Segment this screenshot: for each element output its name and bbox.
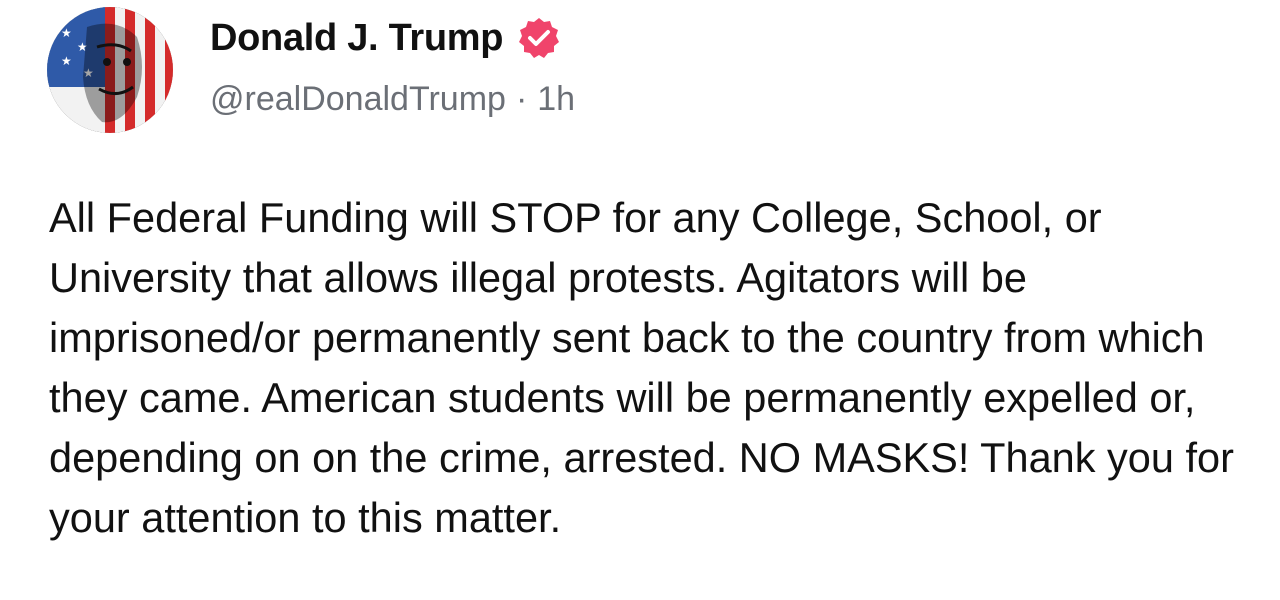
svg-text:★: ★ bbox=[61, 26, 72, 40]
avatar[interactable]: ★ ★ ★ ★ bbox=[47, 7, 173, 133]
svg-text:★: ★ bbox=[61, 54, 72, 68]
verified-badge-icon bbox=[517, 16, 561, 60]
post-card: ★ ★ ★ ★ Donald J. Trump @realDonaldTrump bbox=[0, 0, 1280, 600]
meta-row: @realDonaldTrump · 1h bbox=[210, 80, 575, 119]
timestamp[interactable]: 1h bbox=[537, 80, 575, 119]
display-name[interactable]: Donald J. Trump bbox=[210, 17, 504, 60]
post-body-text: All Federal Funding will STOP for any Co… bbox=[49, 194, 1234, 541]
name-row: Donald J. Trump bbox=[210, 8, 575, 68]
handle-link[interactable]: @realDonaldTrump bbox=[210, 80, 506, 119]
meta-separator: · bbox=[515, 80, 528, 118]
flag-portrait-icon: ★ ★ ★ ★ bbox=[47, 7, 173, 133]
author-block: Donald J. Trump @realDonaldTrump · 1h bbox=[210, 8, 575, 138]
